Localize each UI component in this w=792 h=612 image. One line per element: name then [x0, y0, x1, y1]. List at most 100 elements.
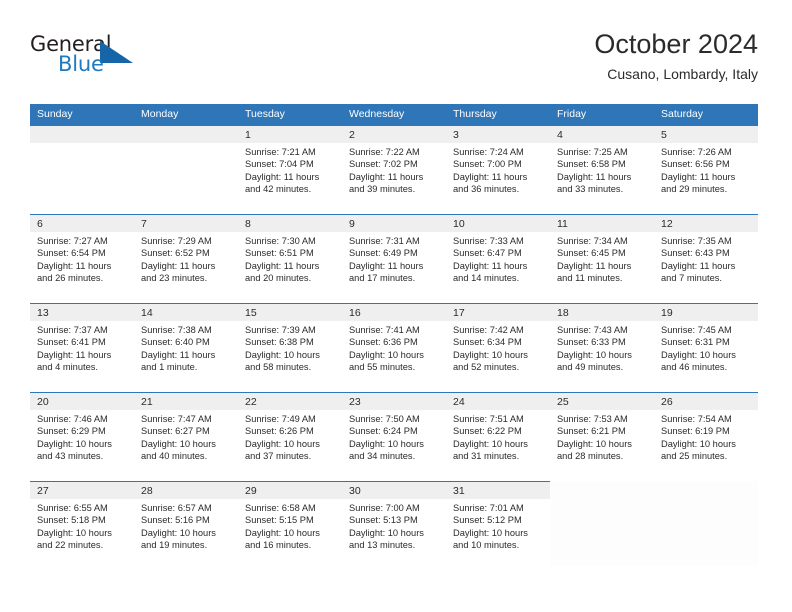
daylight-text-line2: and 23 minutes.	[141, 273, 208, 284]
weekday-header-sunday: Sunday	[37, 108, 73, 120]
day-cell[interactable]: 17 Sunrise: 7:42 AM Sunset: 6:34 PM Dayl…	[446, 304, 550, 392]
day-number: 18	[550, 304, 654, 321]
day-cell[interactable]: 21 Sunrise: 7:47 AM Sunset: 6:27 PM Dayl…	[134, 393, 238, 481]
daylight-text-line1: Daylight: 10 hours	[661, 349, 736, 360]
sunset-text: Sunset: 5:12 PM	[453, 515, 522, 526]
daylight-text-line2: and 58 minutes.	[245, 362, 312, 373]
day-cell[interactable]	[654, 480, 758, 565]
day-details: Sunrise: 7:31 AM Sunset: 6:49 PM Dayligh…	[342, 232, 446, 285]
day-cell[interactable]: 29 Sunrise: 6:58 AM Sunset: 5:15 PM Dayl…	[238, 482, 342, 565]
daylight-text-line2: and 16 minutes.	[245, 540, 312, 551]
day-details: Sunrise: 7:50 AM Sunset: 6:24 PM Dayligh…	[342, 410, 446, 463]
brand-logo[interactable]: General Blue	[30, 32, 150, 86]
sunset-text: Sunset: 6:22 PM	[453, 426, 522, 437]
sunset-text: Sunset: 6:45 PM	[557, 248, 626, 259]
day-cell[interactable]: 31 Sunrise: 7:01 AM Sunset: 5:12 PM Dayl…	[446, 482, 550, 565]
day-cell[interactable]: 16 Sunrise: 7:41 AM Sunset: 6:36 PM Dayl…	[342, 304, 446, 392]
day-cell[interactable]: 24 Sunrise: 7:51 AM Sunset: 6:22 PM Dayl…	[446, 393, 550, 481]
day-cell[interactable]	[30, 126, 134, 214]
sunrise-text: Sunrise: 6:57 AM	[141, 503, 212, 513]
day-cell[interactable]	[134, 126, 238, 214]
day-number	[654, 481, 758, 498]
daylight-text-line2: and 22 minutes.	[37, 540, 104, 551]
sunrise-text: Sunrise: 7:38 AM	[141, 325, 212, 335]
day-details: Sunrise: 7:21 AM Sunset: 7:04 PM Dayligh…	[238, 143, 342, 196]
day-cell[interactable]: 14 Sunrise: 7:38 AM Sunset: 6:40 PM Dayl…	[134, 304, 238, 392]
sunrise-text: Sunrise: 7:45 AM	[661, 325, 732, 335]
daylight-text-line1: Daylight: 11 hours	[245, 260, 320, 271]
day-details: Sunrise: 7:51 AM Sunset: 6:22 PM Dayligh…	[446, 410, 550, 463]
day-number: 20	[30, 393, 134, 410]
sunrise-text: Sunrise: 7:43 AM	[557, 325, 628, 335]
daylight-text-line2: and 17 minutes.	[349, 273, 416, 284]
day-cell[interactable]: 9 Sunrise: 7:31 AM Sunset: 6:49 PM Dayli…	[342, 215, 446, 303]
day-cell[interactable]: 20 Sunrise: 7:46 AM Sunset: 6:29 PM Dayl…	[30, 393, 134, 481]
day-cell[interactable]: 26 Sunrise: 7:54 AM Sunset: 6:19 PM Dayl…	[654, 393, 758, 481]
day-details: Sunrise: 7:27 AM Sunset: 6:54 PM Dayligh…	[30, 232, 134, 285]
day-number: 14	[134, 304, 238, 321]
day-cell[interactable]: 23 Sunrise: 7:50 AM Sunset: 6:24 PM Dayl…	[342, 393, 446, 481]
day-cell[interactable]: 8 Sunrise: 7:30 AM Sunset: 6:51 PM Dayli…	[238, 215, 342, 303]
day-cell[interactable]: 18 Sunrise: 7:43 AM Sunset: 6:33 PM Dayl…	[550, 304, 654, 392]
day-details: Sunrise: 7:33 AM Sunset: 6:47 PM Dayligh…	[446, 232, 550, 285]
daylight-text-line1: Daylight: 11 hours	[661, 171, 736, 182]
day-cell[interactable]: 3 Sunrise: 7:24 AM Sunset: 7:00 PM Dayli…	[446, 126, 550, 214]
day-cell[interactable]: 15 Sunrise: 7:39 AM Sunset: 6:38 PM Dayl…	[238, 304, 342, 392]
day-cell[interactable]	[550, 480, 654, 565]
weekday-header-monday: Monday	[141, 108, 179, 120]
day-number: 12	[654, 215, 758, 232]
daylight-text-line1: Daylight: 11 hours	[349, 260, 424, 271]
sunset-text: Sunset: 6:56 PM	[661, 159, 730, 170]
day-cell[interactable]: 5 Sunrise: 7:26 AM Sunset: 6:56 PM Dayli…	[654, 126, 758, 214]
weekday-header-wednesday: Wednesday	[349, 108, 405, 120]
sunrise-text: Sunrise: 7:24 AM	[453, 147, 524, 157]
day-cell[interactable]: 13 Sunrise: 7:37 AM Sunset: 6:41 PM Dayl…	[30, 304, 134, 392]
sunset-text: Sunset: 7:00 PM	[453, 159, 522, 170]
day-cell[interactable]: 12 Sunrise: 7:35 AM Sunset: 6:43 PM Dayl…	[654, 215, 758, 303]
day-number: 7	[134, 215, 238, 232]
day-cell[interactable]: 6 Sunrise: 7:27 AM Sunset: 6:54 PM Dayli…	[30, 215, 134, 303]
sunrise-text: Sunrise: 7:46 AM	[37, 414, 108, 424]
day-cell[interactable]: 11 Sunrise: 7:34 AM Sunset: 6:45 PM Dayl…	[550, 215, 654, 303]
day-number: 4	[550, 126, 654, 143]
daylight-text-line1: Daylight: 10 hours	[661, 438, 736, 449]
day-details: Sunrise: 7:25 AM Sunset: 6:58 PM Dayligh…	[550, 143, 654, 196]
day-cell[interactable]: 2 Sunrise: 7:22 AM Sunset: 7:02 PM Dayli…	[342, 126, 446, 214]
sunset-text: Sunset: 6:54 PM	[37, 248, 106, 259]
daylight-text-line1: Daylight: 11 hours	[245, 171, 320, 182]
sunrise-text: Sunrise: 7:33 AM	[453, 236, 524, 246]
day-cell[interactable]: 10 Sunrise: 7:33 AM Sunset: 6:47 PM Dayl…	[446, 215, 550, 303]
sunset-text: Sunset: 6:29 PM	[37, 426, 106, 437]
sunrise-text: Sunrise: 7:00 AM	[349, 503, 420, 513]
day-cell[interactable]: 19 Sunrise: 7:45 AM Sunset: 6:31 PM Dayl…	[654, 304, 758, 392]
daylight-text-line1: Daylight: 11 hours	[141, 349, 216, 360]
day-cell[interactable]: 4 Sunrise: 7:25 AM Sunset: 6:58 PM Dayli…	[550, 126, 654, 214]
sunrise-text: Sunrise: 6:55 AM	[37, 503, 108, 513]
day-cell[interactable]: 1 Sunrise: 7:21 AM Sunset: 7:04 PM Dayli…	[238, 126, 342, 214]
day-details: Sunrise: 7:00 AM Sunset: 5:13 PM Dayligh…	[342, 499, 446, 552]
daylight-text-line2: and 29 minutes.	[661, 184, 728, 195]
weekday-header-thursday: Thursday	[453, 108, 497, 120]
sunset-text: Sunset: 6:31 PM	[661, 337, 730, 348]
daylight-text-line1: Daylight: 10 hours	[557, 349, 632, 360]
day-number: 6	[30, 215, 134, 232]
day-details: Sunrise: 7:46 AM Sunset: 6:29 PM Dayligh…	[30, 410, 134, 463]
day-cell[interactable]: 27 Sunrise: 6:55 AM Sunset: 5:18 PM Dayl…	[30, 482, 134, 565]
sunset-text: Sunset: 6:47 PM	[453, 248, 522, 259]
day-cell[interactable]: 22 Sunrise: 7:49 AM Sunset: 6:26 PM Dayl…	[238, 393, 342, 481]
daylight-text-line1: Daylight: 11 hours	[557, 260, 632, 271]
day-cell[interactable]: 28 Sunrise: 6:57 AM Sunset: 5:16 PM Dayl…	[134, 482, 238, 565]
day-number: 30	[342, 482, 446, 499]
daylight-text-line2: and 42 minutes.	[245, 184, 312, 195]
day-cell[interactable]: 25 Sunrise: 7:53 AM Sunset: 6:21 PM Dayl…	[550, 393, 654, 481]
day-details: Sunrise: 7:54 AM Sunset: 6:19 PM Dayligh…	[654, 410, 758, 463]
day-number: 8	[238, 215, 342, 232]
sunrise-text: Sunrise: 7:42 AM	[453, 325, 524, 335]
day-cell[interactable]: 7 Sunrise: 7:29 AM Sunset: 6:52 PM Dayli…	[134, 215, 238, 303]
sunrise-text: Sunrise: 7:37 AM	[37, 325, 108, 335]
daylight-text-line2: and 33 minutes.	[557, 184, 624, 195]
day-number: 24	[446, 393, 550, 410]
weekday-header-saturday: Saturday	[661, 108, 704, 120]
day-cell[interactable]: 30 Sunrise: 7:00 AM Sunset: 5:13 PM Dayl…	[342, 482, 446, 565]
sunrise-text: Sunrise: 7:34 AM	[557, 236, 628, 246]
